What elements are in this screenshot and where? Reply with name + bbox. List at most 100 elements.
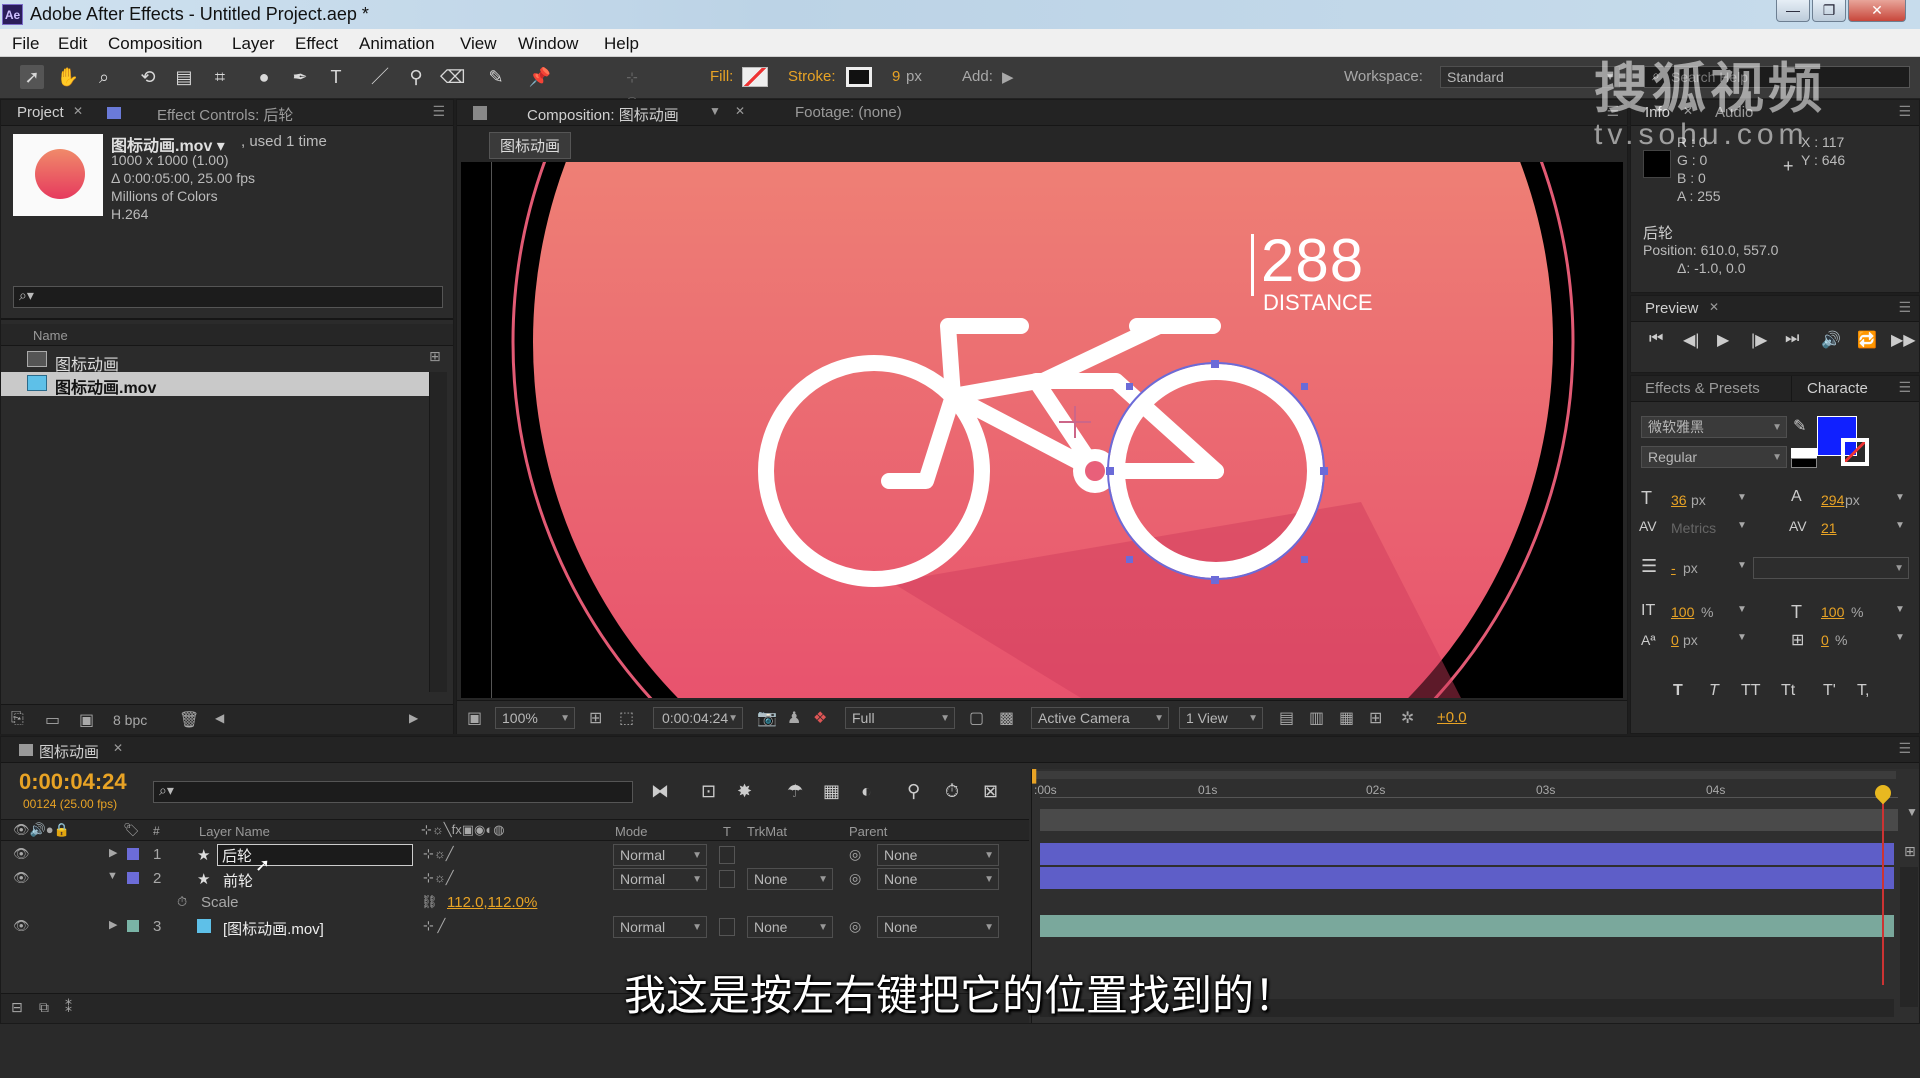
camera-dropdown[interactable]: Active Camera bbox=[1031, 707, 1169, 729]
vertical-scale-value[interactable]: 100 bbox=[1671, 604, 1694, 620]
white-swatch[interactable] bbox=[1791, 448, 1817, 458]
tab-effects-presets[interactable]: Effects & Presets bbox=[1645, 380, 1760, 397]
channel-icon[interactable]: ❖ bbox=[813, 708, 827, 728]
menu-edit[interactable]: Edit bbox=[58, 34, 87, 54]
tracking-value[interactable]: 21 bbox=[1821, 520, 1837, 536]
column-mode[interactable]: Mode bbox=[615, 824, 648, 839]
camera-tool-icon[interactable]: ▤ bbox=[172, 65, 196, 89]
pickwhip-icon[interactable]: ◎ bbox=[849, 870, 861, 887]
exposure-value[interactable]: +0.0 bbox=[1437, 709, 1467, 726]
fill-label[interactable]: Fill: bbox=[710, 68, 733, 85]
type-tool-icon[interactable]: T bbox=[324, 65, 348, 89]
av-switches-icon[interactable]: 👁🔊●🔒 bbox=[13, 822, 70, 838]
label-color-swatch[interactable] bbox=[127, 920, 139, 932]
kerning-value[interactable]: Metrics bbox=[1671, 520, 1716, 536]
vertical-scale-dropdown-icon[interactable]: ▼ bbox=[1737, 604, 1747, 615]
visibility-icon[interactable]: 👁 bbox=[13, 846, 30, 862]
pickwhip-icon[interactable]: ◎ bbox=[849, 918, 861, 935]
comp-viewer[interactable]: 288 DISTANCE bbox=[461, 162, 1623, 698]
workspace-dropdown[interactable]: Standard bbox=[1440, 66, 1620, 88]
menu-effect[interactable]: Effect bbox=[295, 34, 338, 54]
scroll-right-icon[interactable]: ▶ bbox=[409, 711, 418, 725]
tsume-value[interactable]: 0 bbox=[1821, 632, 1829, 648]
graph-editor-icon[interactable]: ⊠ bbox=[983, 781, 998, 802]
axis-mode-icon[interactable]: ⊹ ◉ ⊞ bbox=[620, 65, 644, 133]
trkmat-dropdown[interactable]: None bbox=[747, 868, 833, 890]
parent-dropdown[interactable]: None bbox=[877, 844, 999, 866]
label-column-icon[interactable]: 🏷 bbox=[123, 822, 140, 838]
lock-icon[interactable] bbox=[473, 106, 487, 120]
tab-timeline[interactable]: 图标动画 bbox=[39, 741, 99, 762]
timeline-icon[interactable]: ▦ bbox=[1339, 708, 1354, 728]
tab-footage[interactable]: Footage: (none) bbox=[795, 104, 902, 121]
menu-view[interactable]: View bbox=[460, 34, 497, 54]
last-frame-icon[interactable]: ⏭ bbox=[1785, 330, 1799, 348]
timeline-search-input[interactable] bbox=[153, 781, 633, 803]
selection-tool-icon[interactable]: ➚ bbox=[20, 65, 44, 89]
horizontal-scale-dropdown-icon[interactable]: ▼ bbox=[1895, 604, 1905, 615]
constrain-proportions-icon[interactable]: ⛓ bbox=[421, 894, 438, 910]
font-style-dropdown[interactable]: Regular bbox=[1641, 446, 1787, 468]
hand-tool-icon[interactable]: ✋ bbox=[56, 65, 80, 89]
tsume-dropdown-icon[interactable]: ▼ bbox=[1895, 632, 1905, 643]
trkmat-dropdown[interactable]: None bbox=[747, 916, 833, 938]
resolution-dropdown[interactable]: Full bbox=[845, 707, 955, 729]
snapshot-icon[interactable]: 📷 bbox=[757, 708, 777, 728]
work-area-bar[interactable] bbox=[1036, 771, 1896, 779]
blend-mode-dropdown[interactable]: Normal bbox=[613, 916, 707, 938]
layer-switches-icon[interactable]: ⊹☼╱ bbox=[423, 846, 454, 862]
comp-button-icon[interactable]: ▼ bbox=[1906, 805, 1918, 819]
close-icon[interactable]: ✕ bbox=[735, 104, 745, 118]
tab-composition[interactable]: Composition: 图标动画 bbox=[527, 104, 679, 125]
stroke-style-dropdown[interactable] bbox=[1753, 557, 1909, 579]
always-preview-icon[interactable]: ▣ bbox=[467, 708, 482, 728]
visibility-icon[interactable]: 👁 bbox=[13, 918, 30, 934]
project-search-input[interactable] bbox=[13, 286, 443, 308]
tab-project[interactable]: Project bbox=[17, 104, 64, 121]
property-row[interactable]: ⏱ Scale ⛓ 112.0,112.0% bbox=[1, 891, 1029, 915]
fill-swatch[interactable] bbox=[742, 67, 768, 87]
pan-behind-tool-icon[interactable]: ⌗ bbox=[208, 65, 232, 89]
brainstorm-icon[interactable]: ⚲ bbox=[907, 781, 920, 802]
live-update-icon[interactable]: ⊡ bbox=[701, 781, 716, 802]
close-icon[interactable]: ✕ bbox=[1709, 300, 1719, 314]
tab-preview[interactable]: Preview bbox=[1645, 300, 1698, 317]
pickwhip-icon[interactable]: ◎ bbox=[849, 846, 861, 863]
comp-mini-flowchart-icon[interactable]: ⧓ bbox=[651, 781, 669, 802]
font-family-dropdown[interactable]: 微软雅黑 bbox=[1641, 416, 1787, 438]
eyedropper-icon[interactable]: ✎ bbox=[1793, 416, 1806, 436]
menu-file[interactable]: File bbox=[12, 34, 39, 54]
parent-dropdown[interactable]: None bbox=[877, 916, 999, 938]
menu-window[interactable]: Window bbox=[518, 34, 578, 54]
scroll-left-icon[interactable]: ◀ bbox=[215, 711, 224, 725]
parent-dropdown[interactable]: None bbox=[877, 868, 999, 890]
rotate-tool-icon[interactable]: ⟲ bbox=[136, 65, 160, 89]
stroke-label[interactable]: Stroke: bbox=[788, 68, 836, 85]
safe-areas-icon[interactable]: ⊞ bbox=[589, 708, 602, 728]
puppet-pin-tool-icon[interactable]: 📌 bbox=[528, 65, 552, 89]
tab-character[interactable]: Characte bbox=[1807, 380, 1868, 397]
flowchart-icon[interactable]: ⊞ bbox=[429, 348, 441, 365]
panel-menu-icon[interactable]: ☰ bbox=[1898, 379, 1911, 396]
stopwatch-icon[interactable]: ⏱ bbox=[177, 894, 187, 910]
previous-frame-icon[interactable]: ◀︎| bbox=[1683, 330, 1699, 350]
pen-tool-icon[interactable]: ✒ bbox=[288, 65, 312, 89]
playhead-handle-icon[interactable] bbox=[1871, 781, 1895, 805]
layer-switches-icon[interactable]: ⊹ ╱ bbox=[423, 918, 445, 934]
maximize-button[interactable]: ❐ bbox=[1812, 0, 1846, 22]
view-layout-dropdown[interactable]: 1 View bbox=[1179, 707, 1263, 729]
flowchart-icon[interactable]: ⊞ bbox=[1369, 708, 1382, 728]
layer-switches-icon[interactable]: ⊹☼╱ bbox=[423, 870, 454, 886]
tracking-dropdown-icon[interactable]: ▼ bbox=[1895, 520, 1905, 531]
roto-brush-tool-icon[interactable]: ✎ bbox=[484, 65, 508, 89]
layer-row[interactable]: 👁 ▶ 3 [图标动画.mov] ⊹ ╱ Normal None ◎ None bbox=[1, 915, 1029, 939]
baseline-dropdown-icon[interactable]: ▼ bbox=[1737, 632, 1747, 643]
layer-row[interactable]: 👁 ▼ 2 ★ 前轮 ⊹☼╱ Normal None ◎ None bbox=[1, 867, 1029, 891]
clone-stamp-tool-icon[interactable]: ⚲ bbox=[404, 65, 428, 89]
layer-name-input[interactable]: 后轮 bbox=[217, 844, 413, 866]
panel-menu-icon[interactable]: ☰ bbox=[1898, 299, 1911, 316]
draft-3d-icon[interactable]: ✸ bbox=[737, 781, 752, 802]
motion-blur-icon[interactable]: ◐ bbox=[861, 781, 872, 802]
layer-row[interactable]: 👁 ▶ 1 ★ 后轮 ➚ ⊹☼╱ Normal ◎ None bbox=[1, 843, 1029, 875]
trash-icon[interactable]: 🗑 bbox=[179, 710, 199, 730]
